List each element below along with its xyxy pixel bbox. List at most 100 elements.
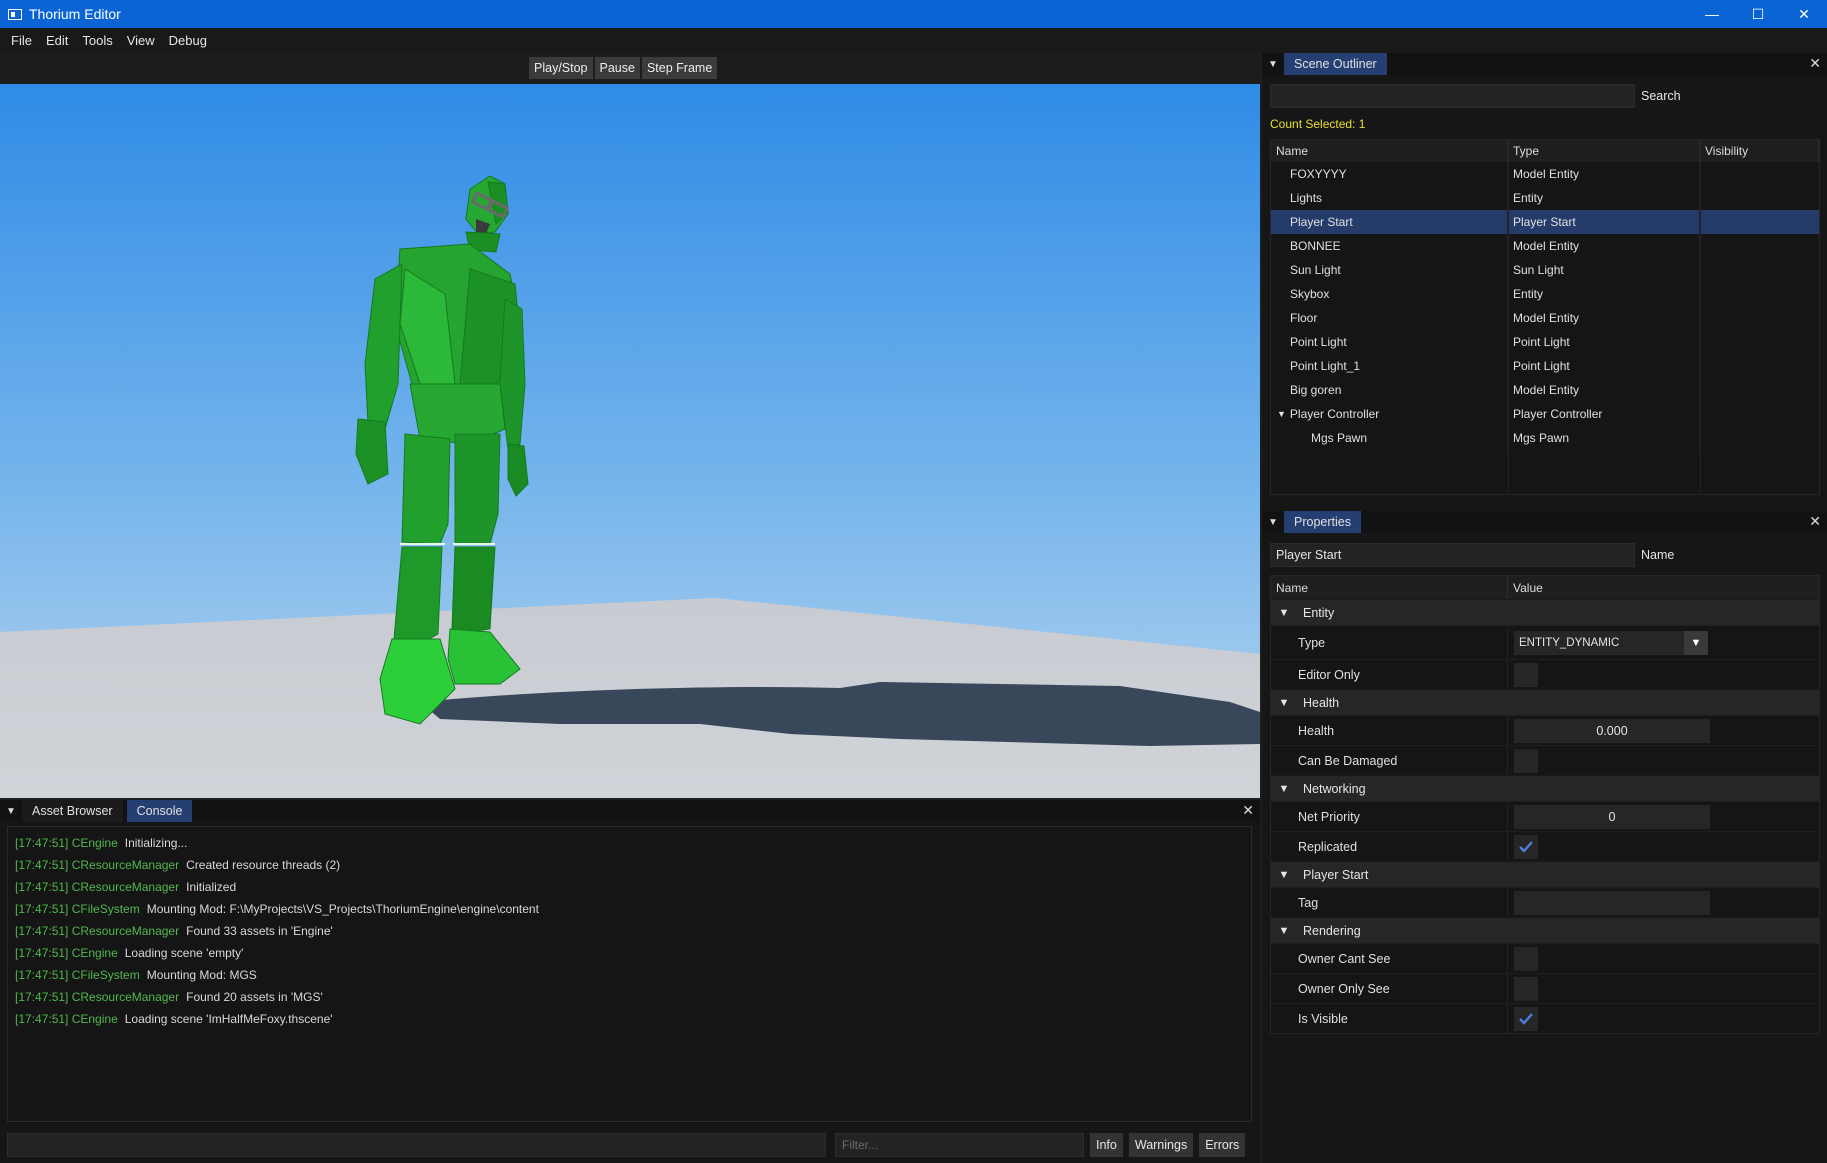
- console-footer: Filter... Info Warnings Errors: [7, 1132, 1252, 1158]
- property-row: Editor Only: [1271, 659, 1819, 689]
- editor-only-checkbox[interactable]: [1514, 662, 1538, 687]
- menu-debug[interactable]: Debug: [162, 33, 214, 48]
- column-value: Value: [1513, 580, 1543, 595]
- property-row: Tag: [1271, 887, 1819, 917]
- command-input[interactable]: [7, 1133, 826, 1157]
- collapse-icon[interactable]: ▼: [0, 800, 22, 822]
- name-label: Name: [1641, 548, 1675, 562]
- table-row[interactable]: Lights Entity: [1271, 186, 1819, 210]
- search-input[interactable]: [1270, 84, 1635, 108]
- right-column: ▼ Scene Outliner ✕ Search Count Selected…: [1262, 53, 1827, 1163]
- tab-asset-browser[interactable]: Asset Browser: [22, 800, 123, 822]
- pause-button[interactable]: Pause: [594, 57, 640, 79]
- log-line: [17:47:51] CEngine Loading scene 'ImHalfM…: [15, 1012, 333, 1026]
- close-icon[interactable]: ✕: [1809, 513, 1821, 530]
- checkmark-icon: [1519, 840, 1533, 853]
- column-type[interactable]: Type: [1508, 140, 1700, 162]
- log-line: [17:47:51] CFileSystem Mounting Mod: F:\M…: [15, 902, 539, 916]
- is-visible-checkbox[interactable]: [1514, 1006, 1538, 1031]
- table-row[interactable]: Point Light_1 Point Light: [1271, 354, 1819, 378]
- group-networking[interactable]: ▼ Networking: [1271, 775, 1819, 801]
- close-window-button[interactable]: ✕: [1781, 0, 1827, 28]
- outliner-header: Name Type Visibility: [1271, 140, 1819, 162]
- step-frame-button[interactable]: Step Frame: [641, 57, 718, 79]
- play-stop-button[interactable]: Play/Stop: [529, 57, 593, 79]
- scene-render: [0, 84, 1260, 798]
- table-row[interactable]: Big goren Model Entity: [1271, 378, 1819, 402]
- owner-cant-see-checkbox[interactable]: [1514, 946, 1538, 971]
- tag-input[interactable]: [1514, 890, 1710, 915]
- table-row[interactable]: ▼ Player Controller Player Controller: [1271, 402, 1819, 426]
- console-log[interactable]: [17:47:51] CEngine Initializing... [17:47…: [7, 826, 1252, 1122]
- close-icon[interactable]: ✕: [1242, 802, 1254, 819]
- menu-file[interactable]: File: [4, 33, 39, 48]
- property-row: Owner Only See: [1271, 973, 1819, 1003]
- minimize-button[interactable]: —: [1689, 0, 1735, 28]
- column-name[interactable]: Name: [1271, 140, 1508, 162]
- group-player-start[interactable]: ▼ Player Start: [1271, 861, 1819, 887]
- info-button[interactable]: Info: [1090, 1133, 1123, 1157]
- log-line: [17:47:51] CResourceManager Created resou…: [15, 858, 341, 872]
- property-row: Health 0.000: [1271, 715, 1819, 745]
- warnings-button[interactable]: Warnings: [1128, 1133, 1194, 1157]
- tab-properties[interactable]: Properties: [1284, 511, 1361, 533]
- property-row: Net Priority 0: [1271, 801, 1819, 831]
- log-line: [17:47:51] CEngine Initializing...: [15, 836, 188, 850]
- table-row-selected[interactable]: Player Start Player Start: [1271, 210, 1819, 234]
- maximize-button[interactable]: ☐: [1735, 0, 1781, 28]
- checkmark-icon: [1519, 1012, 1533, 1025]
- dropdown-arrow-icon[interactable]: ▼: [1684, 630, 1708, 655]
- properties-tabbar: ▼ Properties ✕: [1262, 511, 1827, 533]
- outliner-search-row: Search: [1270, 84, 1820, 108]
- menu-edit[interactable]: Edit: [39, 33, 75, 48]
- property-row: Can Be Damaged: [1271, 745, 1819, 775]
- table-row[interactable]: FOXYYYY Model Entity: [1271, 162, 1819, 186]
- filter-input[interactable]: Filter...: [835, 1133, 1084, 1157]
- menu-view[interactable]: View: [120, 33, 162, 48]
- replicated-checkbox[interactable]: [1514, 834, 1538, 859]
- entity-name-input[interactable]: Player Start: [1270, 543, 1635, 567]
- close-icon[interactable]: ✕: [1809, 55, 1821, 72]
- count-selected: Count Selected: 1: [1270, 117, 1366, 131]
- window-title: Thorium Editor: [29, 6, 121, 22]
- scene-outliner-panel: ▼ Scene Outliner ✕ Search Count Selected…: [1262, 53, 1827, 503]
- table-row[interactable]: BONNEE Model Entity: [1271, 234, 1819, 258]
- table-row[interactable]: Point Light Point Light: [1271, 330, 1819, 354]
- menu-tools[interactable]: Tools: [75, 33, 119, 48]
- errors-button[interactable]: Errors: [1199, 1133, 1246, 1157]
- health-input[interactable]: 0.000: [1514, 718, 1710, 743]
- type-dropdown[interactable]: ENTITY_DYNAMIC ▼: [1514, 630, 1708, 655]
- properties-panel: ▼ Properties ✕ Player Start Name Name Va…: [1262, 511, 1827, 1163]
- title-bar: Thorium Editor — ☐ ✕: [0, 0, 1827, 28]
- log-line: [17:47:51] CEngine Loading scene 'empty': [15, 946, 244, 960]
- log-line: [17:47:51] CFileSystem Mounting Mod: MGS: [15, 968, 257, 982]
- can-be-damaged-checkbox[interactable]: [1514, 748, 1538, 773]
- table-row[interactable]: Sun Light Sun Light: [1271, 258, 1819, 282]
- viewport-panel: Play/Stop Pause Step Frame: [0, 53, 1260, 798]
- collapse-icon[interactable]: ▼: [1262, 53, 1284, 75]
- expand-arrow-icon[interactable]: ▼: [1277, 409, 1286, 419]
- tab-scene-outliner[interactable]: Scene Outliner: [1284, 53, 1387, 75]
- outliner-tabbar: ▼ Scene Outliner ✕: [1262, 53, 1827, 75]
- property-row: Owner Cant See: [1271, 943, 1819, 973]
- tab-console[interactable]: Console: [126, 800, 193, 822]
- column-visibility[interactable]: Visibility: [1700, 140, 1819, 162]
- group-entity[interactable]: ▼ Entity: [1271, 599, 1819, 625]
- owner-only-see-checkbox[interactable]: [1514, 976, 1538, 1001]
- column-name: Name: [1271, 576, 1508, 599]
- property-row: Type ENTITY_DYNAMIC ▼: [1271, 625, 1819, 659]
- expand-arrow-icon: ▼: [1278, 696, 1290, 709]
- expand-arrow-icon: ▼: [1278, 782, 1290, 795]
- property-row: Replicated: [1271, 831, 1819, 861]
- table-row[interactable]: Skybox Entity: [1271, 282, 1819, 306]
- bottom-tabbar: ▼ Asset Browser Console ✕: [0, 800, 1260, 822]
- collapse-icon[interactable]: ▼: [1262, 511, 1284, 533]
- table-row[interactable]: Floor Model Entity: [1271, 306, 1819, 330]
- scene-view[interactable]: [0, 84, 1260, 798]
- property-row: Is Visible: [1271, 1003, 1819, 1033]
- group-health[interactable]: ▼ Health: [1271, 689, 1819, 715]
- table-row[interactable]: Mgs Pawn Mgs Pawn: [1271, 426, 1819, 450]
- group-rendering[interactable]: ▼ Rendering: [1271, 917, 1819, 943]
- net-priority-input[interactable]: 0: [1514, 804, 1710, 829]
- bottom-panel: ▼ Asset Browser Console ✕ [17:47:51] CEn…: [0, 800, 1260, 1163]
